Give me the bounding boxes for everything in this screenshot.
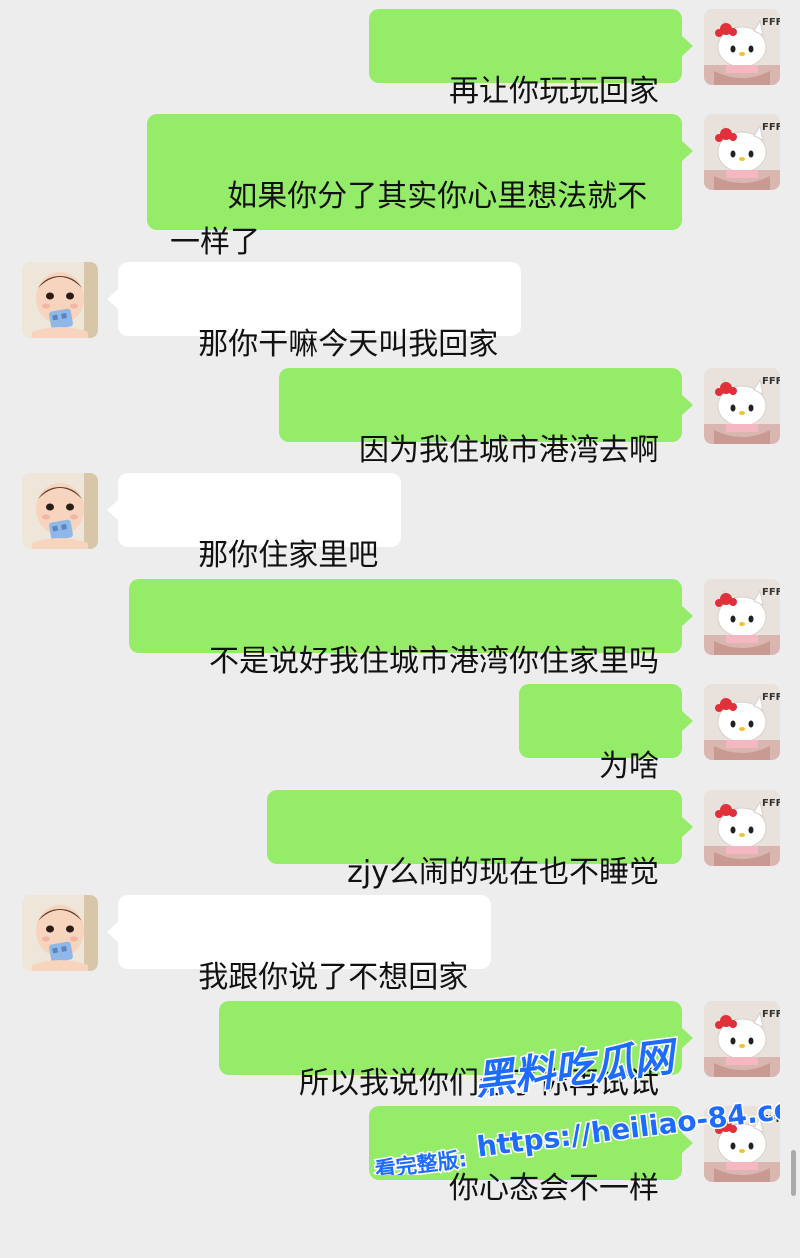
message-text: 你心态会不一样	[449, 1171, 659, 1206]
message-bubble-sent[interactable]: 如果你分了其实你心里想法就不一样了	[147, 114, 693, 260]
message-row-sent: 不是说好我住城市港湾你住家里吗 FFF	[0, 579, 800, 679]
message-row-sent: zjy么闹的现在也不睡觉 FFF	[0, 790, 800, 890]
message-row-sent: 为啥 FFF	[0, 684, 800, 784]
kitty-avatar[interactable]: FFF	[704, 684, 780, 760]
message-bubble-sent[interactable]: zjy么闹的现在也不睡觉	[266, 790, 694, 890]
svg-text:FFF: FFF	[762, 798, 780, 809]
message-row-received: 那你干嘛今天叫我回家	[0, 262, 800, 362]
message-bubble-sent[interactable]: 再让你玩玩回家	[368, 9, 694, 109]
svg-text:FFF: FFF	[762, 1114, 780, 1125]
message-bubble-sent[interactable]: 不是说好我住城市港湾你住家里吗	[128, 579, 694, 679]
kitty-avatar[interactable]: FFF	[704, 9, 780, 85]
message-text: 那你住家里吧	[198, 538, 379, 573]
baby-avatar[interactable]	[22, 895, 98, 971]
message-bubble-sent[interactable]: 为啥	[518, 684, 694, 784]
kitty-avatar[interactable]: FFF	[704, 368, 780, 444]
message-bubble-sent[interactable]: 所以我说你们分了你再试试	[218, 1001, 694, 1101]
svg-text:FFF: FFF	[762, 1009, 780, 1020]
message-text: 那你干嘛今天叫我回家	[198, 327, 499, 362]
message-bubble-sent[interactable]: 因为我住城市港湾去啊	[278, 368, 694, 468]
message-row-sent: 再让你玩玩回家 FFF	[0, 9, 800, 109]
message-text: zjy么闹的现在也不睡觉	[347, 855, 659, 890]
message-bubble-sent[interactable]: 你心态会不一样	[368, 1106, 694, 1206]
message-row-received: 我跟你说了不想回家	[0, 895, 800, 995]
message-text: 不是说好我住城市港湾你住家里吗	[209, 644, 659, 679]
svg-text:FFF: FFF	[762, 376, 780, 387]
kitty-avatar[interactable]: FFF	[704, 1001, 780, 1077]
message-row-sent: 因为我住城市港湾去啊 FFF	[0, 368, 800, 468]
svg-text:FFF: FFF	[762, 17, 780, 28]
kitty-avatar[interactable]: FFF	[704, 1106, 780, 1182]
message-text: 因为我住城市港湾去啊	[359, 433, 659, 468]
message-text: 为啥	[599, 749, 659, 784]
message-bubble-received[interactable]: 那你干嘛今天叫我回家	[106, 262, 522, 362]
message-text: 如果你分了其实你心里想法就不一样了	[170, 179, 648, 260]
message-text: 所以我说你们分了你再试试	[299, 1066, 659, 1101]
kitty-avatar[interactable]: FFF	[704, 790, 780, 866]
message-row-received: 那你住家里吧	[0, 473, 800, 573]
message-row-sent: 如果你分了其实你心里想法就不一样了 FFF	[0, 114, 800, 260]
message-bubble-received[interactable]: 那你住家里吧	[106, 473, 402, 573]
scrollbar-thumb[interactable]	[791, 1150, 796, 1196]
svg-text:FFF: FFF	[762, 692, 780, 703]
message-text: 我跟你说了不想回家	[198, 960, 469, 995]
chat-message-list[interactable]: 再让你玩玩回家 FFF 如果你分了其实你心里想法就不一样了 FFF 那你干嘛今天…	[0, 0, 800, 1206]
message-text: 再让你玩玩回家	[449, 74, 659, 109]
svg-text:FFF: FFF	[762, 122, 780, 133]
message-row-sent: 所以我说你们分了你再试试 FFF	[0, 1001, 800, 1101]
baby-avatar[interactable]	[22, 473, 98, 549]
svg-text:FFF: FFF	[762, 587, 780, 598]
kitty-avatar[interactable]: FFF	[704, 579, 780, 655]
baby-avatar[interactable]	[22, 262, 98, 338]
message-row-sent: 你心态会不一样 FFF	[0, 1106, 800, 1206]
message-bubble-received[interactable]: 我跟你说了不想回家	[106, 895, 492, 995]
kitty-avatar[interactable]: FFF	[704, 114, 780, 190]
